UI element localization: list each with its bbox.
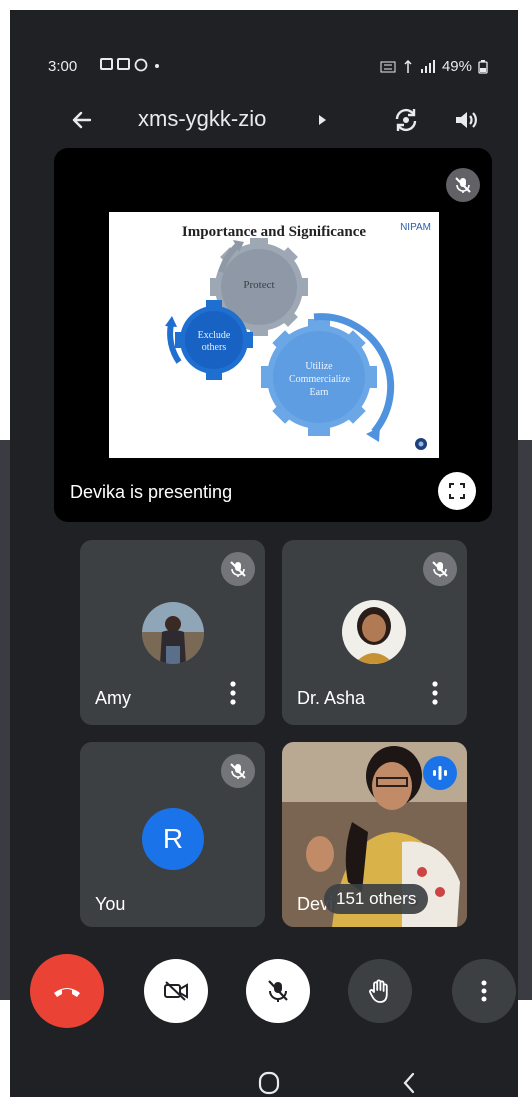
shared-slide: Importance and Significance NIPAM Protec… bbox=[109, 212, 439, 458]
participant-mic-off bbox=[423, 552, 457, 586]
gears-diagram bbox=[165, 238, 427, 450]
mic-off-icon bbox=[455, 177, 471, 193]
switch-camera-icon bbox=[395, 108, 417, 132]
gear-label-utilize: Utilize Commercialize Earn bbox=[289, 361, 351, 398]
phone-hangup-icon bbox=[54, 988, 80, 997]
call-controls bbox=[10, 954, 518, 1034]
mic-toggle-button[interactable] bbox=[246, 959, 310, 1023]
meeting-info-button[interactable] bbox=[312, 110, 332, 130]
fullscreen-button[interactable] bbox=[438, 472, 476, 510]
more-vertical-icon bbox=[481, 980, 487, 1002]
mic-off-icon bbox=[432, 561, 448, 577]
chevron-left-icon bbox=[403, 1072, 415, 1094]
more-options-button[interactable] bbox=[223, 678, 243, 708]
notification-icons bbox=[100, 58, 162, 72]
meeting-code[interactable]: xms-ygkk-zio bbox=[138, 106, 266, 132]
more-vertical-icon bbox=[432, 681, 438, 705]
back-button[interactable] bbox=[64, 102, 100, 138]
dot-icon bbox=[155, 64, 159, 68]
participant-mic-off bbox=[221, 552, 255, 586]
mic-off-icon bbox=[230, 763, 246, 779]
background-strip bbox=[518, 440, 532, 1000]
speaking-indicator bbox=[423, 756, 457, 790]
participant-name: You bbox=[95, 894, 126, 914]
audio-output-button[interactable] bbox=[446, 100, 486, 140]
participant-tile-asha[interactable]: Dr. Asha bbox=[282, 540, 467, 725]
presentation-tile[interactable]: Importance and Significance NIPAM Protec… bbox=[54, 148, 492, 522]
phone-screen: 3:00 49% xms-ygkk-zio Importance and Sig… bbox=[10, 10, 518, 1097]
back-nav-button[interactable] bbox=[394, 1068, 424, 1097]
others-count-badge[interactable]: 151 others bbox=[324, 884, 429, 914]
more-options-button[interactable] bbox=[452, 959, 516, 1023]
participant-tile-devika[interactable]: Devi 151 others bbox=[282, 742, 467, 927]
avatar bbox=[142, 602, 204, 664]
video-off-icon bbox=[164, 981, 188, 1001]
system-status: 49% bbox=[380, 58, 488, 75]
profile-photo bbox=[342, 600, 406, 664]
presenter-mic-off bbox=[446, 168, 480, 202]
home-icon bbox=[258, 1071, 280, 1095]
participant-tile-you[interactable]: R You bbox=[80, 742, 265, 927]
arrow-left-icon bbox=[72, 111, 92, 129]
profile-photo bbox=[142, 602, 204, 664]
avatar-initial: R bbox=[162, 823, 184, 854]
gallery-icon bbox=[100, 58, 113, 70]
participant-name: Dr. Asha bbox=[297, 688, 366, 708]
audio-wave-icon bbox=[433, 766, 447, 780]
hand-icon bbox=[369, 979, 388, 1003]
battery-icon bbox=[478, 59, 488, 74]
fullscreen-icon bbox=[449, 483, 465, 499]
volte-icon bbox=[380, 61, 396, 72]
background-strip bbox=[0, 440, 10, 1000]
file-icon bbox=[117, 58, 130, 70]
avatar bbox=[342, 600, 406, 664]
mic-off-icon bbox=[230, 561, 246, 577]
whatsapp-icon bbox=[134, 58, 148, 72]
presenting-caption: Devika is presenting bbox=[70, 482, 233, 502]
participant-tile-amy[interactable]: Amy bbox=[80, 540, 265, 725]
camera-toggle-button[interactable] bbox=[144, 959, 208, 1023]
gear-label-exclude: Exclude others bbox=[197, 330, 231, 353]
more-vertical-icon bbox=[230, 681, 236, 705]
system-navigation-bar bbox=[10, 1050, 518, 1097]
home-button[interactable] bbox=[254, 1068, 284, 1097]
switch-camera-button[interactable] bbox=[386, 100, 426, 140]
participant-mic-off bbox=[221, 754, 255, 788]
participant-name: Amy bbox=[95, 688, 131, 708]
end-call-button[interactable] bbox=[30, 954, 104, 1028]
avatar: R bbox=[142, 808, 204, 870]
signal-icon bbox=[420, 59, 435, 73]
more-options-button[interactable] bbox=[425, 678, 445, 708]
raise-hand-button[interactable] bbox=[348, 959, 412, 1023]
gear-label-protect: Protect bbox=[243, 279, 275, 291]
status-bar: 3:00 49% bbox=[48, 52, 518, 82]
network-4g-icon bbox=[404, 59, 412, 73]
mic-off-icon bbox=[268, 980, 288, 1002]
caret-right-icon bbox=[319, 115, 326, 125]
meeting-top-bar: xms-ygkk-zio bbox=[10, 90, 518, 150]
battery-percent: 49% bbox=[441, 58, 472, 75]
speaker-icon bbox=[456, 112, 477, 128]
status-time: 3:00 bbox=[48, 58, 78, 75]
